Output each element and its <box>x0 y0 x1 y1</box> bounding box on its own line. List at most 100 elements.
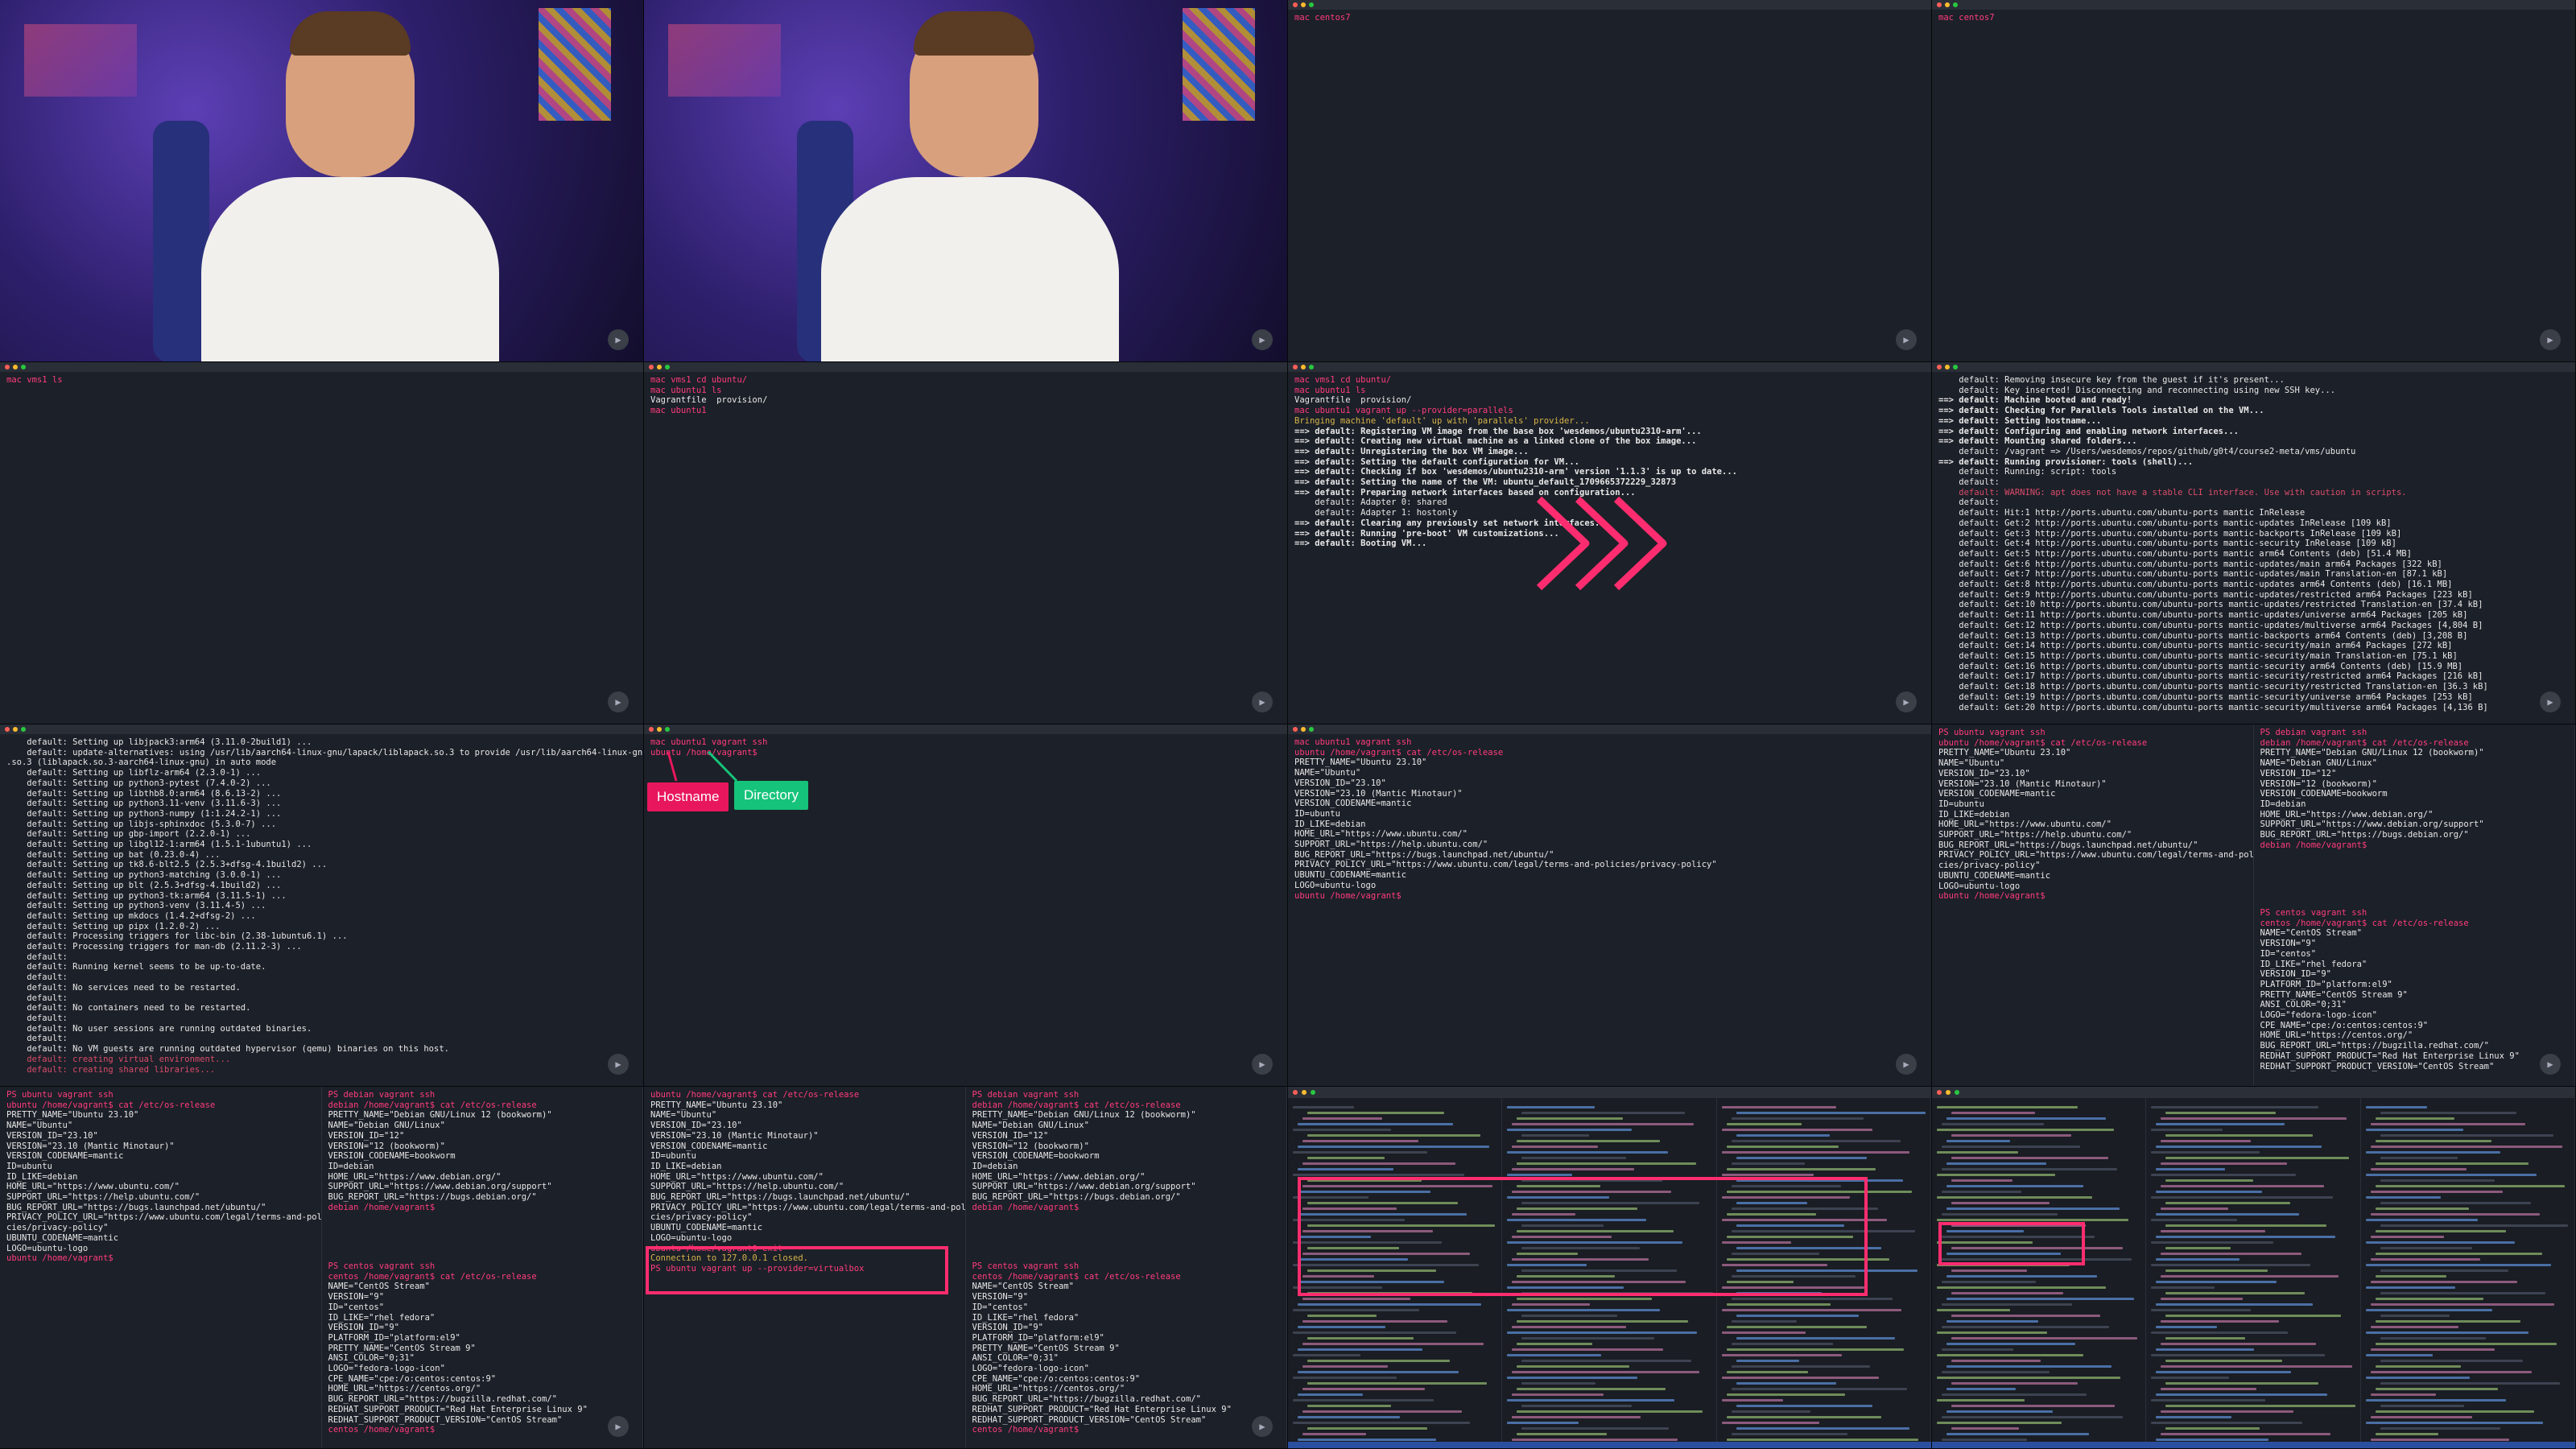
terminal-line: UBUNTU_CODENAME=mantic <box>650 1223 763 1233</box>
code-line <box>1512 1326 1627 1328</box>
code-line <box>1937 1219 2129 1221</box>
code-line <box>1721 1174 1814 1176</box>
code-line <box>2365 1219 2478 1221</box>
terminal-line: default: Get:7 http://ports.ubuntu.com/u… <box>1938 569 2448 580</box>
terminal-cd-ubuntu[interactable]: mac vms1 cd ubuntu/mac ubuntu1 ls Vagrant… <box>644 362 1288 724</box>
terminal-line: REDHAT_SUPPORT_PRODUCT_VERSION="CentOS S… <box>2260 1061 2495 1071</box>
terminal-provision-apt[interactable]: default: Removing insecure key from the … <box>1932 362 2576 724</box>
code-line <box>1721 1354 1843 1356</box>
terminal-output: default: Setting up libjpack3:arm64 (3.1… <box>0 734 643 1078</box>
terminal-vagrant-ssh[interactable]: mac ubuntu1 vagrant ssh ubuntu /home/vagr… <box>644 724 1288 1087</box>
code-line <box>2151 1129 2223 1131</box>
terminal-empty-2[interactable]: mac centos7 ▶ <box>1932 0 2576 362</box>
terminal-line: BUG_REPORT_URL="https://bugs.launchpad.n… <box>1938 840 2198 850</box>
terminal-line: PRETTY_NAME="Ubuntu 23.10" <box>650 1100 783 1110</box>
code-line <box>2370 1258 2481 1261</box>
play-badge-icon[interactable]: ▶ <box>608 1054 629 1075</box>
play-badge-icon[interactable]: ▶ <box>608 329 629 350</box>
terminal-line: PRIVACY_POLICY_URL="https://www.ubuntu.c… <box>1938 850 2254 861</box>
code-line <box>1517 1320 1689 1323</box>
code-line <box>1521 1382 1596 1385</box>
terminal-empty-1[interactable]: mac centos7 ▶ <box>1288 0 1932 362</box>
code-line <box>1942 1123 2044 1125</box>
code-line <box>1307 1112 1444 1114</box>
code-line <box>2156 1371 2291 1373</box>
play-badge-icon[interactable]: ▶ <box>608 691 629 712</box>
code-line <box>2380 1269 2509 1272</box>
play-badge-icon[interactable]: ▶ <box>2540 691 2561 712</box>
terminal-ls[interactable]: mac vms1 ls ▶ <box>0 362 644 724</box>
play-badge-icon[interactable]: ▶ <box>1252 329 1273 350</box>
code-line <box>1942 1281 2036 1283</box>
code-line <box>1512 1393 1604 1396</box>
editor-statusbar <box>1288 1442 1931 1448</box>
play-badge-icon[interactable]: ▶ <box>2540 1054 2561 1075</box>
code-line <box>2161 1140 2251 1142</box>
code-line <box>2156 1393 2328 1396</box>
terminal-line: default: Setting up python3.11-venv (3.1… <box>6 799 282 809</box>
code-line <box>2165 1405 2355 1407</box>
code-line <box>1307 1157 1385 1159</box>
terminal-split-exit[interactable]: ubuntu /home/vagrant$ cat /etc/os-releas… <box>644 1087 1288 1449</box>
code-line <box>1731 1433 1848 1435</box>
terminal-line: NAME="Debian GNU/Linux" <box>328 1121 445 1131</box>
code-line <box>2370 1191 2504 1193</box>
editor-column[interactable] <box>2361 1098 2575 1448</box>
code-line <box>2156 1191 2263 1193</box>
code-line <box>1726 1146 1839 1148</box>
play-badge-icon[interactable]: ▶ <box>1252 691 1273 712</box>
play-badge-icon[interactable]: ▶ <box>1896 329 1917 350</box>
terminal-line: PS debian vagrant ssh <box>2260 728 2368 737</box>
play-badge-icon[interactable]: ▶ <box>608 1416 629 1437</box>
terminal-line: BUG_REPORT_URL="https://bugs.debian.org/… <box>972 1192 1181 1203</box>
terminal-line: ==> default: Configuring and enabling ne… <box>1938 426 2239 436</box>
code-line <box>1721 1106 1836 1108</box>
terminal-os-release-ubuntu[interactable]: mac ubuntu1 vagrant ssh ubuntu /home/vagr… <box>1288 724 1932 1087</box>
terminal-line: PRIVACY_POLICY_URL="https://www.ubuntu.c… <box>650 1202 966 1212</box>
terminal-line: cies/privacy-policy" <box>650 1212 753 1223</box>
terminal-line: ID_LIKE="rhel fedora" <box>2260 959 2368 969</box>
terminal-line: centos /home/vagrant$ <box>972 1425 1080 1435</box>
terminal-line: PRETTY_NAME="CentOS Stream 9" <box>972 1343 1120 1353</box>
terminal-split-os-release-2[interactable]: PS ubuntu vagrant ssh ubuntu /home/vagran… <box>0 1087 644 1449</box>
terminal-line: HOME_URL="https://www.debian.org/" <box>2260 809 2434 819</box>
code-line <box>1521 1360 1691 1362</box>
terminal-vagrant-up[interactable]: mac vms1 cd ubuntu/mac ubuntu1 ls Vagrant… <box>1288 362 1932 724</box>
play-badge-icon[interactable]: ▶ <box>1896 691 1917 712</box>
play-badge-icon[interactable]: ▶ <box>1252 1054 1273 1075</box>
terminal-line: BUG_REPORT_URL="https://bugs.launchpad.n… <box>650 1192 910 1203</box>
editor-column[interactable] <box>1932 1098 2147 1448</box>
code-line <box>2375 1388 2498 1390</box>
terminal-split-os-release[interactable]: PS ubuntu vagrant ssh ubuntu /home/vagran… <box>1932 724 2576 1087</box>
terminal-apt-setup[interactable]: default: Setting up libjpack3:arm64 (3.1… <box>0 724 644 1087</box>
terminal-line: PS debian vagrant ssh <box>972 1090 1080 1100</box>
terminal-line: SUPPORT_URL="https://help.ubuntu.com/" <box>1938 830 2132 840</box>
code-line <box>1517 1433 1607 1435</box>
play-badge-icon[interactable]: ▶ <box>2540 329 2561 350</box>
editor-vagrantfiles-2[interactable] <box>1932 1087 2576 1449</box>
code-line <box>1946 1140 2010 1142</box>
terminal-line: LOGO="fedora-logo-icon" <box>972 1364 1089 1374</box>
terminal-line: default: Setting up blt (2.5.3+dfsg-4.1b… <box>6 880 282 890</box>
presenter-body <box>201 177 499 361</box>
terminal-line: default: Setting up libflz-arm64 (2.3.0-… <box>6 768 262 778</box>
play-badge-icon[interactable]: ▶ <box>1252 1416 1273 1437</box>
terminal-line: VERSION_CODENAME=mantic <box>1294 799 1412 809</box>
terminal-line: debian /home/vagrant$ cat /etc/os-releas… <box>2260 737 2469 748</box>
pane-ubuntu: PS ubuntu vagrant ssh ubuntu /home/vagran… <box>1932 724 2253 905</box>
code-line <box>2365 1264 2552 1266</box>
code-line <box>2161 1275 2339 1278</box>
play-badge-icon[interactable]: ▶ <box>1896 1054 1917 1075</box>
code-line <box>2165 1269 2268 1272</box>
code-line <box>1937 1399 2025 1402</box>
terminal-line: ubuntu /home/vagrant$ cat /etc/os-releas… <box>6 1100 216 1110</box>
code-line <box>2161 1410 2293 1413</box>
code-line <box>1951 1157 2109 1159</box>
terminal-output: default: Removing insecure key from the … <box>1932 372 2575 716</box>
presenter-hair <box>914 11 1034 56</box>
code-line <box>1721 1331 1806 1334</box>
terminal-line: VERSION_CODENAME=bookworm <box>2260 789 2388 799</box>
editor-vagrantfiles-1[interactable] <box>1288 1087 1932 1449</box>
pane-centos: PS centos vagrant ssh centos /home/vagran… <box>2254 892 2575 1075</box>
editor-column[interactable] <box>2146 1098 2361 1448</box>
